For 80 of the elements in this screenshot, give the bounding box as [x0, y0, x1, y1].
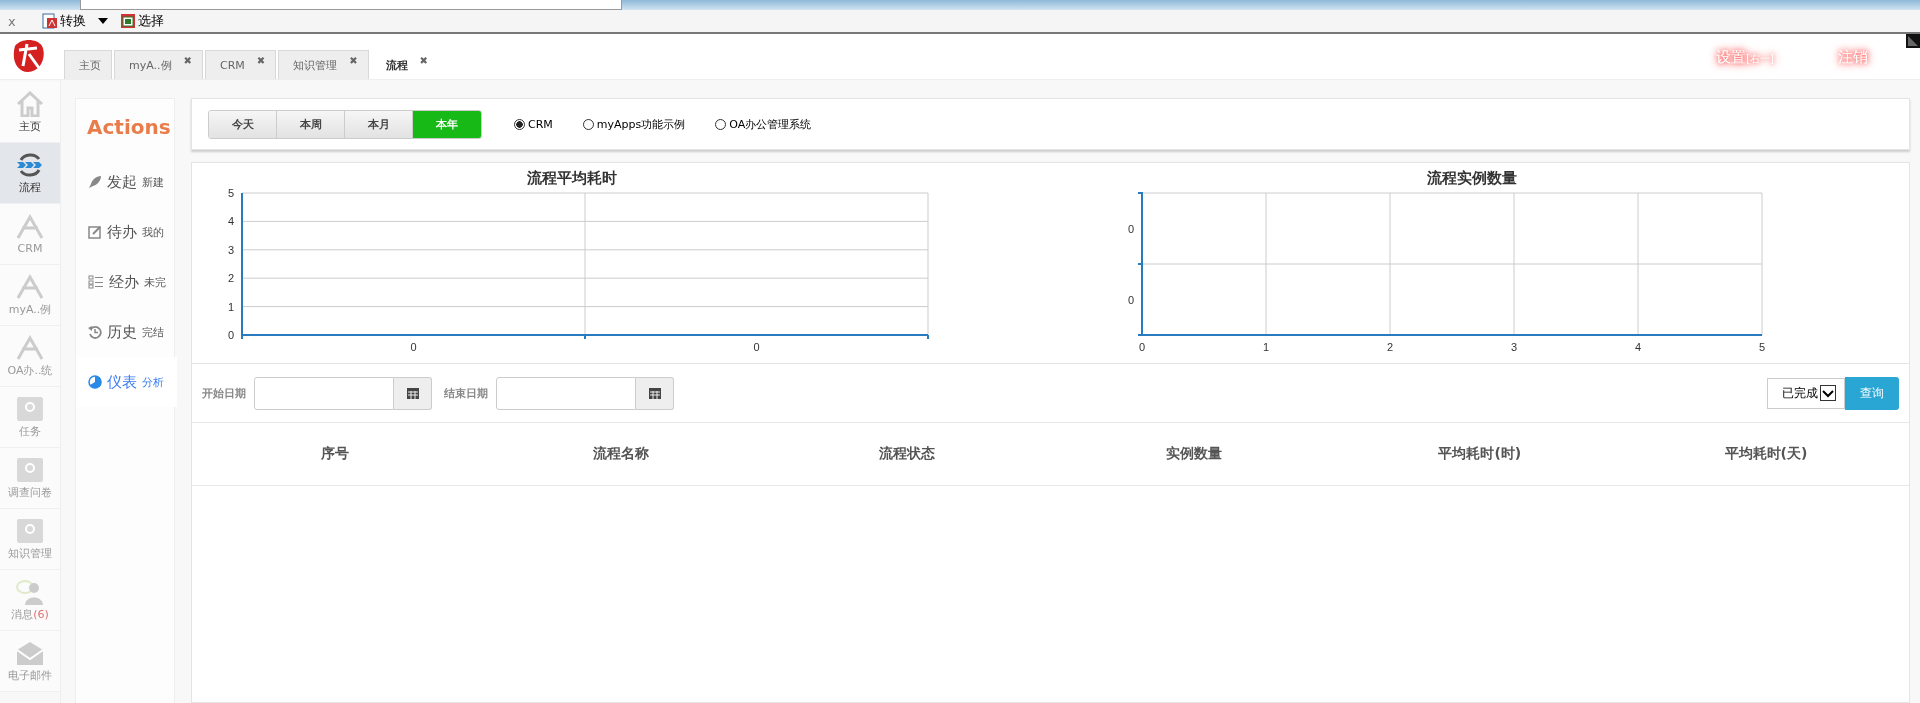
header-link[interactable]: 设置[右一] [1712, 48, 1778, 67]
user-chat-icon [15, 578, 45, 605]
tick-label: 0 [227, 329, 234, 341]
close-icon[interactable]: ✖ [256, 54, 266, 66]
status-dropdown[interactable]: 已完成 [1767, 377, 1845, 409]
select-button[interactable]: 选择 [119, 12, 164, 30]
action-item[interactable]: 发起 新建 [76, 157, 174, 207]
calendar-button[interactable] [636, 376, 674, 410]
tick-label: 0 [1138, 341, 1146, 353]
caret-icon[interactable] [97, 17, 108, 25]
tick-label: 4 [1634, 341, 1642, 353]
pie-chart-icon [88, 375, 102, 389]
convert-button[interactable]: 转换 [41, 12, 86, 30]
column-header: 流程名称 [592, 445, 651, 463]
logo-icon [11, 38, 45, 74]
tab[interactable]: CRM ✖ [204, 50, 277, 79]
tick-label: 2 [227, 272, 234, 285]
field-label: 结束日期 [444, 385, 488, 401]
date-field[interactable] [496, 376, 636, 410]
tick-label: 1 [227, 300, 234, 313]
category-label: 0 [753, 341, 760, 353]
address-bar[interactable] [80, 0, 622, 10]
period-tab[interactable]: 本周 [277, 110, 345, 138]
app-radio[interactable]: CRM [514, 116, 553, 132]
calendar-icon [406, 387, 419, 399]
chart-title: 流程平均耗时 [527, 169, 617, 187]
action-item[interactable]: 历史 完结 [76, 307, 174, 357]
close-icon[interactable]: ✖ [183, 54, 192, 66]
mail-icon [15, 639, 45, 666]
category-label: 0 [1127, 222, 1134, 235]
tick-label: 4 [227, 215, 234, 228]
module-icon [15, 517, 45, 544]
panel-title: Actions [86, 114, 172, 141]
app-icon [15, 334, 45, 361]
close-icon[interactable]: ✖ [349, 54, 358, 66]
home-icon [15, 90, 45, 117]
module-icon [15, 456, 45, 483]
radio-button[interactable] [514, 118, 525, 130]
refresh-icon [15, 151, 45, 178]
column-header: 平均耗时(天) [1723, 445, 1809, 463]
chart-title: 流程实例数量 [1427, 169, 1517, 187]
action-item[interactable]: 待办 我的 [76, 207, 174, 257]
category-label: 0 [410, 341, 417, 353]
tab[interactable]: 主页 [64, 50, 112, 79]
tick-label: 5 [227, 187, 234, 199]
action-item[interactable]: 经办 未完 [76, 257, 174, 307]
tick-label: 5 [1758, 341, 1766, 353]
resize-icon[interactable] [1906, 34, 1920, 48]
tick-label: 2 [1386, 341, 1394, 353]
history-icon [88, 325, 102, 339]
calendar-button[interactable] [394, 376, 432, 410]
radio-label: CRM [528, 117, 553, 131]
app-icon [15, 273, 45, 300]
tick-label: 1 [1262, 341, 1270, 353]
column-header: 实例数量 [1164, 445, 1223, 463]
tick-label: 3 [227, 243, 234, 256]
edit-icon [88, 225, 102, 239]
query-button[interactable]: 查询 [1845, 376, 1899, 410]
column-header: 序号 [320, 445, 351, 463]
date-field[interactable] [254, 376, 394, 410]
field-label: 开始日期 [202, 385, 246, 401]
app-icon [15, 213, 45, 240]
sidebar-item[interactable]: 流程 [0, 143, 60, 204]
document-icon [41, 13, 58, 29]
period-tab[interactable]: 本月 [345, 110, 413, 138]
close-icon[interactable]: ✖ [419, 54, 428, 66]
close-button[interactable]: x [8, 13, 16, 29]
checklist-icon [88, 275, 104, 289]
form-icon [119, 13, 136, 29]
header-link[interactable]: 注销 [1834, 48, 1872, 67]
period-tab[interactable]: 今天 [209, 110, 277, 138]
tick-label: 3 [1510, 341, 1518, 353]
column-header: 流程状态 [878, 445, 937, 463]
dropdown-icon[interactable] [1820, 385, 1836, 401]
tab[interactable]: myA..例 ✖ [114, 50, 203, 79]
calendar-icon [648, 387, 661, 399]
tab[interactable]: 知识管理 ✖ [278, 50, 369, 79]
module-icon [15, 395, 45, 422]
category-label: 0 [1127, 293, 1134, 306]
column-header: 平均耗时(时) [1437, 445, 1523, 463]
